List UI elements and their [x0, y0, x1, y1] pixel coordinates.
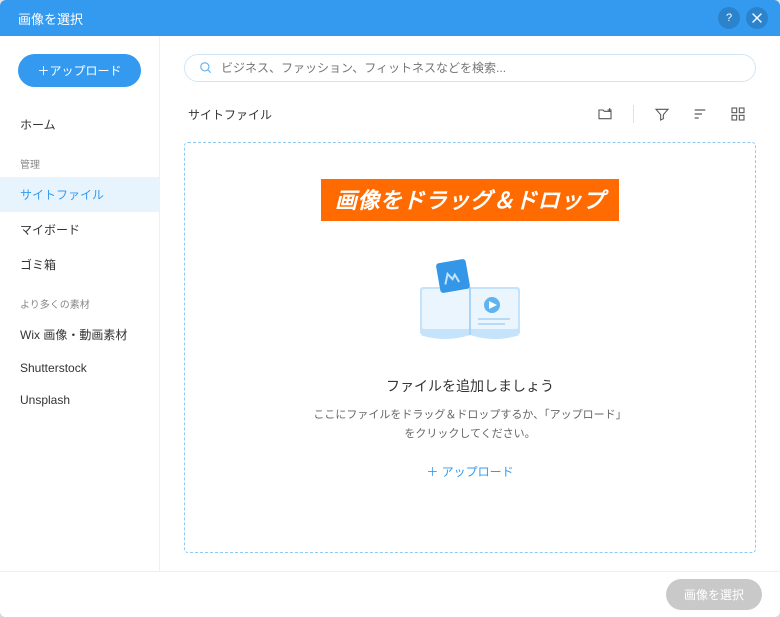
- search-bar[interactable]: [184, 54, 756, 82]
- select-image-button[interactable]: 画像を選択: [666, 579, 762, 610]
- add-folder-icon: [597, 106, 613, 122]
- search-input[interactable]: [221, 61, 741, 75]
- dropzone-illustration: [410, 255, 530, 348]
- main-header-title: サイトファイル: [188, 106, 581, 123]
- sidebar: ＋アップロード ホーム 管理 サイトファイル マイボード ゴミ箱 より多くの素材…: [0, 36, 160, 571]
- sidebar-item-unsplash[interactable]: Unsplash: [0, 384, 159, 416]
- dropzone-upload-link[interactable]: ＋ アップロード: [426, 463, 513, 480]
- close-icon: [752, 13, 762, 23]
- close-button[interactable]: [746, 7, 768, 29]
- add-folder-button[interactable]: [591, 100, 619, 128]
- view-grid-button[interactable]: [724, 100, 752, 128]
- sort-icon: [692, 106, 708, 122]
- titlebar: 画像を選択 ?: [0, 0, 780, 36]
- sidebar-item-site-files[interactable]: サイトファイル: [0, 177, 159, 212]
- titlebar-title: 画像を選択: [18, 9, 712, 28]
- dropzone-title: ファイルを追加しましょう: [386, 376, 554, 396]
- sidebar-item-shutterstock[interactable]: Shutterstock: [0, 352, 159, 384]
- dropzone-subtitle: ここにファイルをドラッグ＆ドロップするか、「アップロード」をクリックしてください…: [310, 406, 630, 443]
- sidebar-section-manage: 管理: [0, 142, 159, 177]
- dropzone-banner: 画像をドラッグ＆ドロップ: [321, 179, 619, 221]
- sidebar-item-my-boards[interactable]: マイボード: [0, 212, 159, 247]
- media-picker-modal: 画像を選択 ? ＋アップロード ホーム 管理 サイトファイル マイボード ゴミ箱…: [0, 0, 780, 617]
- body: ＋アップロード ホーム 管理 サイトファイル マイボード ゴミ箱 より多くの素材…: [0, 36, 780, 571]
- help-button[interactable]: ?: [718, 7, 740, 29]
- sidebar-section-more: より多くの素材: [0, 282, 159, 317]
- footer: 画像を選択: [0, 571, 780, 617]
- main-panel: サイトファイル 画像をドラッグ＆ドロップ: [160, 36, 780, 571]
- upload-button[interactable]: ＋アップロード: [18, 54, 141, 87]
- dropzone[interactable]: 画像をドラッグ＆ドロップ: [184, 142, 756, 553]
- main-header: サイトファイル: [184, 100, 756, 128]
- sidebar-item-trash[interactable]: ゴミ箱: [0, 247, 159, 282]
- filter-button[interactable]: [648, 100, 676, 128]
- sidebar-item-home[interactable]: ホーム: [0, 107, 159, 142]
- search-icon: [199, 61, 213, 75]
- sort-button[interactable]: [686, 100, 714, 128]
- toolbar-divider: [633, 105, 634, 123]
- book-media-icon: [410, 255, 530, 343]
- filter-icon: [654, 106, 670, 122]
- grid-icon: [730, 106, 746, 122]
- sidebar-item-wix-media[interactable]: Wix 画像・動画素材: [0, 317, 159, 352]
